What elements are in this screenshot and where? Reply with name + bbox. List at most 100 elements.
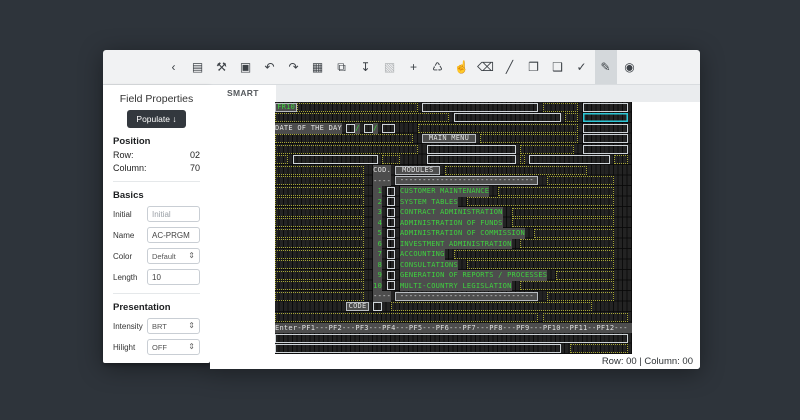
screen-field-unprot[interactable] bbox=[275, 281, 364, 290]
module-select-input[interactable] bbox=[387, 239, 396, 248]
screen-field-unprot[interactable] bbox=[467, 197, 614, 206]
screen-field-input[interactable] bbox=[275, 344, 561, 353]
module-select-input[interactable] bbox=[387, 218, 396, 227]
screen-field-input[interactable] bbox=[427, 155, 516, 164]
initial-field[interactable] bbox=[152, 210, 195, 219]
screen-field-unprot[interactable] bbox=[534, 229, 614, 238]
message-line[interactable] bbox=[275, 334, 628, 343]
screen-field-unprot[interactable] bbox=[445, 166, 588, 175]
screen-field-unprot[interactable] bbox=[275, 176, 364, 185]
redo-icon[interactable]: ↷ bbox=[283, 50, 305, 84]
back-icon[interactable]: ‹ bbox=[163, 50, 185, 84]
selected-field[interactable] bbox=[583, 113, 628, 122]
screen-field-unprot[interactable] bbox=[275, 134, 413, 143]
select-tool-icon[interactable]: ☝ bbox=[451, 50, 473, 84]
screen-field-unprot[interactable] bbox=[520, 155, 524, 164]
module-select-input[interactable] bbox=[387, 271, 396, 280]
screen-field-unprot[interactable] bbox=[543, 103, 579, 112]
screen-field-input[interactable] bbox=[529, 155, 609, 164]
module-select-input[interactable] bbox=[387, 260, 396, 269]
screen-field-unprot[interactable] bbox=[275, 145, 418, 154]
screen-field-unprot[interactable] bbox=[275, 197, 364, 206]
screen-field-unprot[interactable] bbox=[480, 134, 578, 143]
name-field[interactable] bbox=[152, 231, 195, 240]
screen-field-unprot[interactable] bbox=[512, 208, 615, 217]
screen-field-unprot[interactable] bbox=[520, 281, 614, 290]
validate-icon[interactable]: ✓ bbox=[571, 50, 593, 84]
module-name: INVESTMENT ADMINISTRATION bbox=[400, 239, 512, 250]
screen-field-input[interactable] bbox=[382, 124, 395, 133]
paste-icon[interactable]: ❑ bbox=[547, 50, 569, 84]
screen-field-unprot[interactable] bbox=[570, 344, 628, 353]
save-icon[interactable]: ▦ bbox=[307, 50, 329, 84]
delete-field-icon[interactable]: ♺ bbox=[427, 50, 449, 84]
screen-field-unprot[interactable] bbox=[454, 250, 615, 259]
code-input[interactable] bbox=[373, 302, 382, 311]
module-select-input[interactable] bbox=[387, 208, 396, 217]
preview-icon[interactable]: ◉ bbox=[619, 50, 641, 84]
screen-field-unprot[interactable] bbox=[565, 113, 578, 122]
screen-field-input[interactable] bbox=[422, 103, 538, 112]
download-icon[interactable]: ↧ bbox=[355, 50, 377, 84]
draw-tool-icon[interactable]: ✎ bbox=[595, 50, 617, 84]
screen-field-input[interactable] bbox=[427, 145, 516, 154]
hilight-select[interactable]: OFF⇕ bbox=[147, 339, 200, 355]
undo-icon[interactable]: ↶ bbox=[259, 50, 281, 84]
screen-field-unprot[interactable] bbox=[275, 113, 449, 122]
screen-field-unprot[interactable] bbox=[382, 155, 400, 164]
screen-field-unprot[interactable] bbox=[547, 176, 614, 185]
screen-field-unprot[interactable] bbox=[418, 124, 579, 133]
screen-field-input[interactable] bbox=[583, 103, 628, 112]
screen-field-unprot[interactable] bbox=[520, 145, 574, 154]
screen-field-unprot[interactable] bbox=[391, 302, 592, 311]
color-select[interactable]: Default⇕ bbox=[147, 248, 200, 264]
screen-field-unprot[interactable] bbox=[275, 271, 364, 280]
screen-field-unprot[interactable] bbox=[275, 313, 538, 322]
screen-field-unprot[interactable] bbox=[275, 155, 288, 164]
save-all-icon[interactable]: ⧉ bbox=[331, 50, 353, 84]
add-field-icon[interactable]: + bbox=[403, 50, 425, 84]
screen-field-input[interactable] bbox=[583, 134, 628, 143]
screen-field-unprot[interactable] bbox=[275, 166, 364, 175]
module-select-input[interactable] bbox=[387, 281, 396, 290]
screen-field-unprot[interactable] bbox=[520, 239, 614, 248]
screen-field-unprot[interactable] bbox=[614, 155, 627, 164]
screen-field-unprot[interactable] bbox=[275, 218, 364, 227]
screen-field-input[interactable] bbox=[364, 124, 373, 133]
export-image-icon[interactable]: ▧ bbox=[379, 50, 401, 84]
copy-icon[interactable]: ❐ bbox=[523, 50, 545, 84]
screen-field-unprot[interactable] bbox=[297, 103, 417, 112]
terminal-screen[interactable]: FR10DATE OF THE DAY//MAIN MENUCOD.MODULE… bbox=[275, 102, 632, 354]
intensity-select[interactable]: BRT⇕ bbox=[147, 318, 200, 334]
module-select-input[interactable] bbox=[387, 250, 396, 259]
new-file-icon[interactable]: ▤ bbox=[187, 50, 209, 84]
screen-field-unprot[interactable] bbox=[543, 313, 628, 322]
screen-field-unprot[interactable] bbox=[275, 208, 364, 217]
module-select-input[interactable] bbox=[387, 187, 396, 196]
screen-field-unprot[interactable] bbox=[547, 292, 614, 301]
screen-field-unprot[interactable] bbox=[556, 271, 614, 280]
screen-field-input[interactable] bbox=[583, 145, 628, 154]
screen-field-input[interactable] bbox=[346, 124, 355, 133]
screen-field-unprot[interactable] bbox=[275, 187, 364, 196]
screen-field-unprot[interactable] bbox=[275, 260, 364, 269]
module-select-input[interactable] bbox=[387, 197, 396, 206]
screen-field-input[interactable] bbox=[293, 155, 378, 164]
screen-field-unprot[interactable] bbox=[275, 250, 364, 259]
tools-icon[interactable]: ⚒ bbox=[211, 50, 233, 84]
screen-field-unprot[interactable] bbox=[512, 218, 615, 227]
screen-field-input[interactable] bbox=[583, 124, 628, 133]
screen-field-unprot[interactable] bbox=[275, 239, 364, 248]
screen-field-unprot[interactable] bbox=[275, 292, 364, 301]
populate-button[interactable]: Populate ↓ bbox=[127, 110, 185, 128]
module-select-input[interactable] bbox=[387, 229, 396, 238]
erase-tool-icon[interactable]: ⌫ bbox=[475, 50, 497, 84]
line-tool-icon[interactable]: ╱ bbox=[499, 50, 521, 84]
screen-field-unprot[interactable] bbox=[498, 187, 614, 196]
print-icon[interactable]: ▣ bbox=[235, 50, 257, 84]
tab-smart[interactable]: SMART bbox=[210, 85, 276, 102]
screen-field-unprot[interactable] bbox=[275, 229, 364, 238]
screen-field-unprot[interactable] bbox=[467, 260, 614, 269]
length-field[interactable] bbox=[152, 273, 195, 282]
screen-field-input[interactable] bbox=[454, 113, 561, 122]
